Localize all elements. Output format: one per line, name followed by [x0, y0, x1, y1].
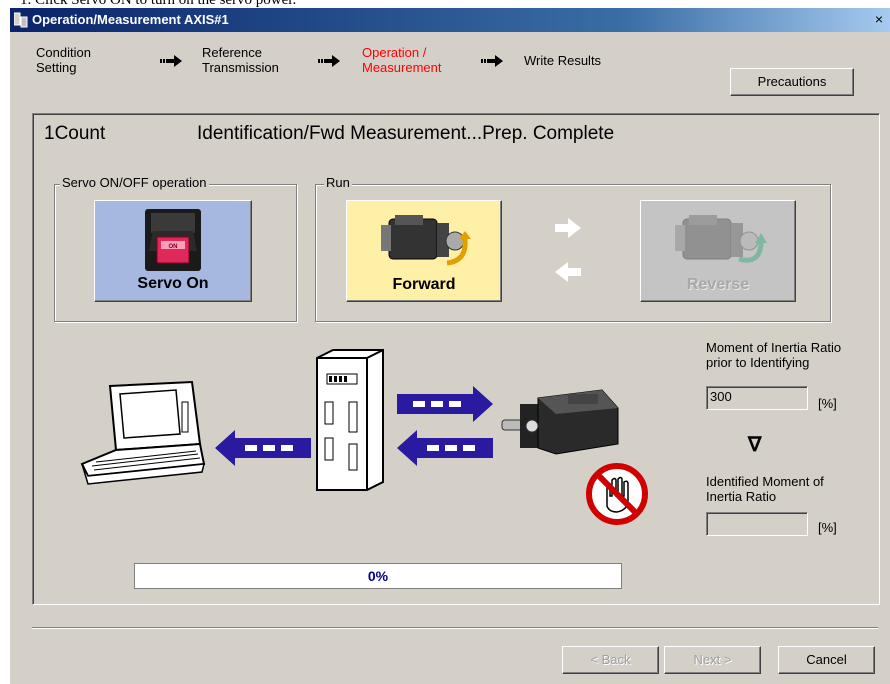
- back-button[interactable]: < Back: [562, 646, 659, 674]
- arrow-left-icon: [555, 262, 581, 282]
- motor-forward-icon: [381, 215, 471, 266]
- app-window-icon: [14, 12, 28, 28]
- prior-inertia-field: 300: [706, 386, 808, 410]
- svg-text:ON: ON: [169, 244, 178, 250]
- servo-amplifier-icon: [316, 349, 384, 491]
- next-button[interactable]: Next >: [664, 646, 761, 674]
- no-touch-icon: [586, 463, 648, 525]
- step-write-results: Write Results: [524, 53, 602, 68]
- title-bar[interactable]: Operation/Measurement AXIS#1 ×: [10, 8, 890, 32]
- step-reference-transmission: Reference Transmission: [202, 45, 279, 75]
- down-triangle-icon: ∇: [748, 434, 762, 456]
- identified-unit: [%]: [818, 520, 837, 535]
- data-arrow-left-icon: [397, 430, 493, 466]
- step-operation-measurement: Operation / Measurement: [362, 45, 442, 75]
- data-arrow-left-icon: [215, 430, 311, 466]
- status-count: 1Count: [44, 123, 106, 144]
- servo-group-legend: Servo ON/OFF operation: [60, 175, 209, 190]
- step-condition-setting: Condition Setting: [36, 45, 91, 75]
- close-icon[interactable]: ×: [872, 11, 886, 27]
- status-message: Identification/Fwd Measurement...Prep. C…: [197, 123, 615, 144]
- arrow-right-icon: [160, 55, 182, 67]
- identified-inertia-field: [706, 512, 808, 536]
- laptop-icon: [80, 380, 206, 485]
- arrow-right-icon: [555, 218, 581, 238]
- servo-on-label: Servo On: [137, 275, 209, 292]
- window-title: Operation/Measurement AXIS#1: [32, 12, 229, 27]
- identified-inertia-label: Identified Moment of Inertia Ratio: [706, 474, 824, 504]
- progress-bar: 0%: [134, 563, 622, 589]
- prior-unit: [%]: [818, 396, 837, 411]
- cancel-button[interactable]: Cancel: [778, 646, 875, 674]
- reverse-label: Reverse: [686, 276, 750, 293]
- servo-motor-icon: [501, 389, 619, 455]
- prior-inertia-label: Moment of Inertia Ratio prior to Identify…: [706, 340, 842, 370]
- arrow-right-icon: [318, 55, 340, 67]
- reverse-button[interactable]: Reverse: [640, 200, 796, 302]
- progress-text: 0%: [367, 568, 389, 584]
- data-arrow-right-icon: [397, 386, 493, 422]
- footer-separator: [32, 627, 878, 629]
- run-group-legend: Run: [324, 175, 352, 190]
- forward-label: Forward: [392, 276, 456, 293]
- motor-reverse-icon: [675, 215, 767, 263]
- forward-button[interactable]: Forward: [346, 200, 502, 302]
- power-switch-icon: ON: [145, 209, 201, 271]
- arrow-right-icon: [481, 55, 503, 67]
- precautions-button[interactable]: Precautions: [730, 68, 854, 96]
- servo-on-button[interactable]: ON Servo On: [94, 200, 252, 302]
